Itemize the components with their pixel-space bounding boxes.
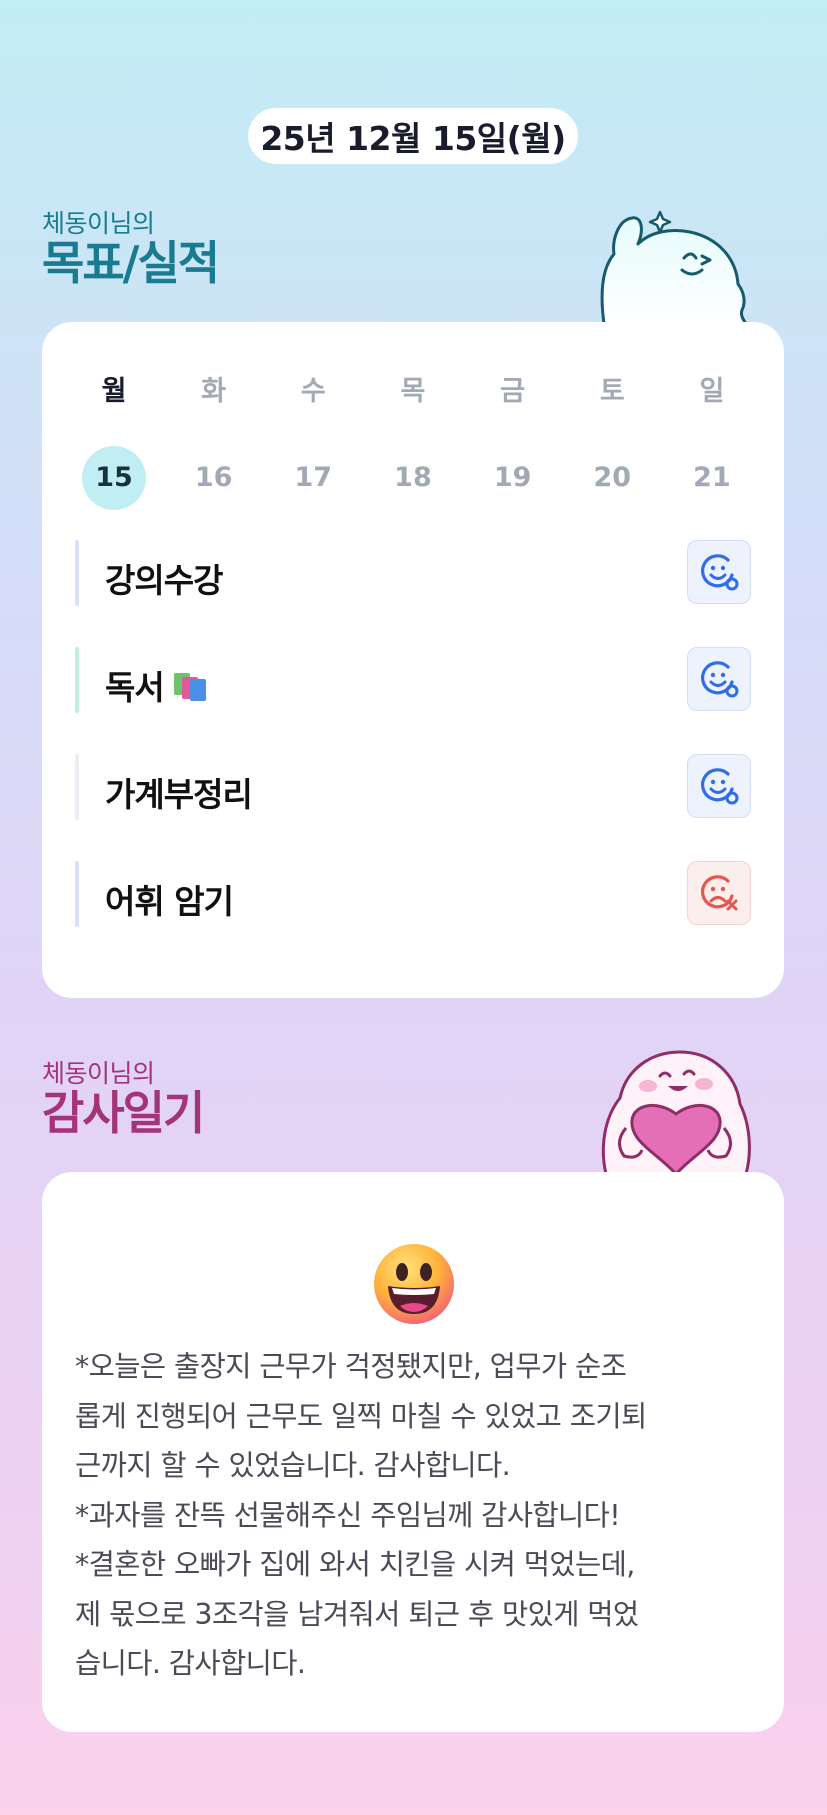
day-column-mon[interactable]: 월 15 bbox=[78, 374, 150, 510]
week-strip: 월 15 화 16 수 17 목 18 금 19 토 20 일 21 bbox=[78, 374, 748, 510]
day-column-fri[interactable]: 금 19 bbox=[477, 374, 549, 510]
goal-status-missed-button[interactable] bbox=[687, 861, 751, 925]
day-column-tue[interactable]: 화 16 bbox=[178, 374, 250, 510]
goal-card: 월 15 화 16 수 17 목 18 금 19 토 20 일 21 강의수강 … bbox=[42, 322, 784, 998]
goal-color-bar bbox=[75, 861, 79, 927]
grinning-face-icon bbox=[374, 1244, 454, 1324]
goal-row-vocabulary[interactable]: 어휘 암기 bbox=[75, 861, 751, 927]
goal-section-title: 체동이님의 목표/실적 bbox=[42, 209, 220, 290]
thanks-section-title: 체동이님의 감사일기 bbox=[42, 1059, 205, 1140]
goal-color-bar bbox=[75, 647, 79, 713]
day-column-sat[interactable]: 토 20 bbox=[576, 374, 648, 510]
day-name: 목 bbox=[400, 376, 426, 407]
diary-line: 습니다. 감사합니다. bbox=[75, 1647, 306, 1680]
goal-status-achieved-button[interactable] bbox=[687, 647, 751, 711]
goal-label: 강의수강 bbox=[105, 561, 223, 600]
goal-status-achieved-button[interactable] bbox=[687, 540, 751, 604]
diary-line: 롭게 진행되어 근무도 일찍 마칠 수 있었고 조기퇴 bbox=[75, 1399, 647, 1433]
thanks-card: *오늘은 출장지 근무가 걱정됐지만, 업무가 순조 롭게 진행되어 근무도 일… bbox=[42, 1172, 784, 1732]
goal-label: 가계부정리 bbox=[105, 775, 253, 814]
day-name: 토 bbox=[599, 376, 625, 407]
books-icon bbox=[172, 669, 208, 701]
mascot-waving-icon bbox=[600, 210, 748, 324]
smile-check-icon bbox=[701, 768, 739, 805]
diary-line: 근까지 할 수 있었습니다. 감사합니다. bbox=[75, 1449, 511, 1482]
goal-title: 목표/실적 bbox=[42, 236, 220, 290]
day-column-wed[interactable]: 수 17 bbox=[277, 374, 349, 510]
date-pill[interactable]: 25년 12월 15일(월) bbox=[248, 108, 578, 164]
smile-check-icon bbox=[701, 554, 739, 591]
goal-row-lecture[interactable]: 강의수강 bbox=[75, 540, 751, 606]
goal-label: 어휘 암기 bbox=[105, 882, 234, 921]
goal-owner-label: 체동이님의 bbox=[42, 209, 155, 238]
day-date[interactable]: 20 bbox=[580, 446, 644, 510]
day-name: 일 bbox=[699, 376, 725, 407]
sad-x-icon bbox=[701, 875, 738, 911]
mascot-heart-icon bbox=[601, 1050, 751, 1174]
day-name: 금 bbox=[500, 376, 526, 407]
diary-line: 제 몫으로 3조각을 남겨줘서 퇴근 후 맛있게 먹었 bbox=[75, 1597, 639, 1631]
thanks-owner-label: 체동이님의 bbox=[42, 1059, 155, 1088]
diary-line: *오늘은 출장지 근무가 걱정됐지만, 업무가 순조 bbox=[75, 1350, 627, 1383]
day-name: 월 bbox=[101, 376, 127, 407]
day-date[interactable]: 18 bbox=[381, 446, 445, 510]
goal-status-achieved-button[interactable] bbox=[687, 754, 751, 818]
day-name: 화 bbox=[201, 376, 227, 407]
goal-color-bar bbox=[75, 754, 79, 820]
goal-label: 독서 bbox=[105, 668, 165, 707]
day-column-sun[interactable]: 일 21 bbox=[676, 374, 748, 510]
goal-row-reading[interactable]: 독서 bbox=[75, 647, 751, 713]
day-date[interactable]: 17 bbox=[281, 446, 345, 510]
day-date[interactable]: 19 bbox=[481, 446, 545, 510]
diary-line: *과자를 잔뜩 선물해주신 주임님께 감사합니다! bbox=[75, 1498, 621, 1532]
smile-check-icon bbox=[701, 661, 739, 698]
day-date-selected[interactable]: 15 bbox=[82, 446, 146, 510]
day-name: 수 bbox=[300, 376, 326, 407]
goal-color-bar bbox=[75, 540, 79, 606]
goal-row-budget[interactable]: 가계부정리 bbox=[75, 754, 751, 820]
day-date[interactable]: 16 bbox=[182, 446, 246, 510]
thanks-title: 감사일기 bbox=[42, 1086, 205, 1140]
gratitude-text: *오늘은 출장지 근무가 걱정됐지만, 업무가 순조 롭게 진행되어 근무도 일… bbox=[75, 1342, 754, 1689]
diary-line: *결혼한 오빠가 집에 와서 치킨을 시켜 먹었는데, bbox=[75, 1548, 635, 1581]
day-date[interactable]: 21 bbox=[680, 446, 744, 510]
day-column-thu[interactable]: 목 18 bbox=[377, 374, 449, 510]
